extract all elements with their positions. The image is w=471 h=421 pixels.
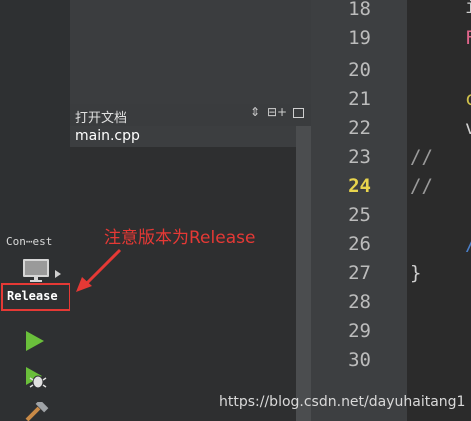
- project-tree-area: [70, 0, 311, 104]
- code-fragment: i: [465, 0, 471, 18]
- annotation-arrow-icon: [76, 248, 122, 292]
- line-number: 19: [348, 27, 371, 49]
- chevron-right-icon[interactable]: [55, 270, 61, 278]
- line-number: 27: [348, 262, 371, 284]
- mode-bar: [0, 0, 70, 421]
- open-document-name[interactable]: main.cpp: [75, 128, 140, 144]
- open-documents-title: 打开文档: [75, 111, 128, 126]
- line-number: 21: [348, 88, 371, 110]
- split-icon[interactable]: ⊟+: [267, 105, 287, 119]
- code-fragment: v: [465, 117, 471, 139]
- line-number: 28: [348, 291, 371, 313]
- run-icon[interactable]: [22, 330, 46, 352]
- annotation-text: 注意版本为Release: [104, 228, 256, 248]
- build-icon[interactable]: [24, 402, 50, 421]
- line-number: 20: [348, 59, 371, 81]
- code-fragment: c: [465, 88, 471, 110]
- build-config-label[interactable]: Release: [7, 289, 58, 303]
- line-number: 23: [348, 146, 371, 168]
- monitor-icon[interactable]: [22, 258, 52, 284]
- watermark: https://blog.csdn.net/dayuhaitang1: [219, 394, 466, 410]
- code-editor[interactable]: [407, 0, 471, 421]
- line-number: 26: [348, 233, 371, 255]
- line-number: 22: [348, 117, 371, 139]
- code-fragment: /: [465, 233, 471, 255]
- code-brace: }: [410, 262, 422, 284]
- line-number-current: 24: [348, 175, 371, 197]
- code-comment: //: [410, 146, 433, 168]
- line-number: 30: [348, 349, 371, 371]
- sort-icon[interactable]: ⇕: [250, 105, 260, 119]
- line-number: 29: [348, 320, 371, 342]
- line-number: 18: [348, 0, 371, 20]
- kit-selector-label[interactable]: Con⋯est: [6, 235, 52, 248]
- debug-icon[interactable]: [22, 366, 48, 390]
- scrollbar[interactable]: [296, 126, 311, 421]
- close-icon[interactable]: [293, 108, 304, 118]
- line-number: 25: [348, 204, 371, 226]
- code-fragment: F: [465, 27, 471, 49]
- code-comment: //: [410, 175, 433, 197]
